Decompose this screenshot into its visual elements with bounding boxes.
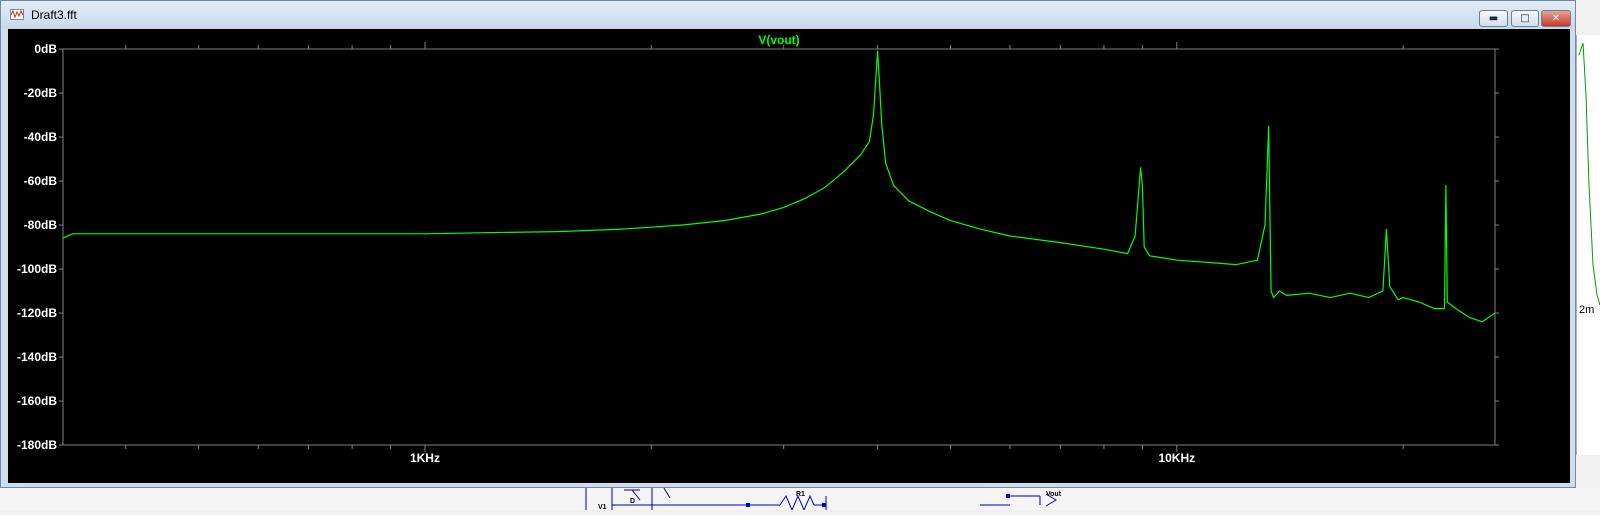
schematic-fragment: V1 D R1 Vout xyxy=(585,487,1062,512)
background-waveform: 2m xyxy=(1578,42,1600,316)
schematic-label-r1: R1 xyxy=(796,491,805,498)
x-tick-label: 10KHz xyxy=(1158,451,1195,465)
maximize-button[interactable]: □ xyxy=(1511,10,1539,27)
plot-pane[interactable]: 0dB -20dB -40dB -60dB -80dB -100dB -120dB -140d… xyxy=(8,29,1570,483)
window-title: Draft3.fft xyxy=(31,8,77,22)
schematic-label-vout: Vout xyxy=(1046,491,1062,498)
minimize-button[interactable]: ▬ xyxy=(1479,10,1508,27)
waveform-app-icon xyxy=(10,9,24,20)
x-tick-label: 1KHz xyxy=(410,451,440,465)
plot-frame xyxy=(62,48,1496,446)
y-tick-label: -160dB xyxy=(17,394,57,408)
y-tick-label: -80dB xyxy=(24,218,58,232)
chart-title: V(vout) xyxy=(758,33,799,47)
series-line xyxy=(62,50,1496,323)
title-bar[interactable]: Draft3.fft ▬ □ ✕ xyxy=(1,1,1575,29)
y-tick-label: 0dB xyxy=(34,42,57,56)
schematic-background: V1 D R1 Vout xyxy=(0,487,1600,512)
schematic-label-v1: V1 xyxy=(598,504,607,510)
background-label: 2m xyxy=(1579,304,1594,316)
y-tick-label: -100dB xyxy=(17,262,57,276)
close-button[interactable]: ✕ xyxy=(1541,10,1571,27)
minimize-icon: ▬ xyxy=(1488,12,1499,24)
y-tick-label: -180dB xyxy=(17,438,57,452)
close-icon: ✕ xyxy=(1551,12,1561,24)
background-window-edge: 2m xyxy=(1576,35,1600,455)
schematic-label-d: D xyxy=(630,498,635,505)
maximize-icon: □ xyxy=(1520,12,1530,24)
y-tick-label: -120dB xyxy=(17,306,57,320)
y-tick-label: -60dB xyxy=(24,174,58,188)
fft-window: Draft3.fft ▬ □ ✕ 0dB -20dB -40dB -60dB -80dB… xyxy=(0,0,1576,488)
y-tick-label: -40dB xyxy=(24,130,58,144)
y-tick-label: -140dB xyxy=(17,350,57,364)
y-tick-label: -20dB xyxy=(24,86,58,100)
fft-chart[interactable]: 0dB -20dB -40dB -60dB -80dB -100dB -120dB -140d… xyxy=(8,29,1570,483)
